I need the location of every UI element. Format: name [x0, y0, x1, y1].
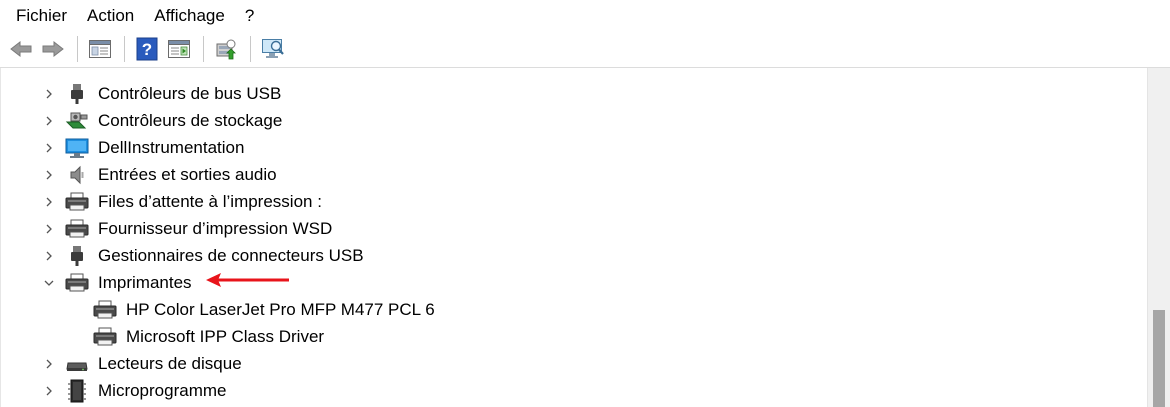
toolbar-separator — [250, 36, 251, 62]
scan-hardware-icon — [262, 39, 284, 58]
printer-icon — [65, 190, 89, 214]
tree-item-label: Gestionnaires de connecteurs USB — [98, 246, 364, 265]
tree-item-dellinstrumentation[interactable]: DellInstrumentation — [1, 134, 1147, 161]
chevron-right-icon[interactable] — [42, 168, 56, 182]
vertical-scrollbar[interactable] — [1147, 68, 1170, 407]
update-driver-icon — [216, 39, 236, 60]
forward-button[interactable] — [38, 34, 68, 64]
console-tree-button[interactable] — [85, 34, 115, 64]
forward-arrow-icon — [42, 40, 64, 58]
tree-item-label: HP Color LaserJet Pro MFP M477 PCL 6 — [126, 300, 435, 319]
tree-item-label: Microprogramme — [98, 381, 227, 400]
tree-item-printers[interactable]: Imprimantes — [1, 269, 1147, 296]
printer-icon — [65, 217, 89, 241]
tree-item-usb-controllers[interactable]: Contrôleurs de bus USB — [1, 80, 1147, 107]
tree-item-audio-io[interactable]: Entrées et sorties audio — [1, 161, 1147, 188]
chevron-right-icon[interactable] — [42, 114, 56, 128]
usb-plug-icon — [65, 82, 89, 106]
tree-item-label: Contrôleurs de stockage — [98, 111, 283, 130]
chevron-right-icon[interactable] — [42, 384, 56, 398]
tree-item-label: Microsoft IPP Class Driver — [126, 327, 325, 346]
tree-item-print-queues[interactable]: Files d’attente à l’impression : — [1, 188, 1147, 215]
tree-item-label: Imprimantes — [98, 273, 192, 292]
toolbar-separator — [203, 36, 204, 62]
tree-item-wsd-print-provider[interactable]: Fournisseur d’impression WSD — [1, 215, 1147, 242]
chevron-right-icon[interactable] — [42, 195, 56, 209]
printer-icon — [93, 298, 117, 322]
help-button[interactable]: ? — [132, 34, 162, 64]
tree-item-label: Contrôleurs de bus USB — [98, 84, 282, 103]
speaker-icon — [65, 163, 89, 187]
properties-pane-icon — [168, 40, 190, 58]
firmware-chip-icon — [65, 379, 89, 403]
tree-item-disk-drives[interactable]: Lecteurs de disque — [1, 350, 1147, 377]
scan-hardware-button[interactable] — [258, 34, 288, 64]
tree-item-label: Files d’attente à l’impression : — [98, 192, 322, 211]
tree-item-usb-connector-managers[interactable]: Gestionnaires de connecteurs USB — [1, 242, 1147, 269]
tree-item-label: DellInstrumentation — [98, 138, 245, 157]
menu-bar: Fichier Action Affichage ? — [0, 0, 1170, 31]
annotation-arrow-icon — [206, 273, 289, 287]
chevron-right-icon[interactable] — [42, 141, 56, 155]
tree-item-microsoft-ipp-class-driver[interactable]: Microsoft IPP Class Driver — [1, 323, 1147, 350]
svg-text:?: ? — [142, 40, 152, 59]
toolbar-separator — [124, 36, 125, 62]
disk-drive-icon — [65, 352, 89, 376]
tree-item-hp-color-laserjet[interactable]: HP Color LaserJet Pro MFP M477 PCL 6 — [1, 296, 1147, 323]
printer-icon — [65, 271, 89, 295]
tree-item-storage-controllers[interactable]: Contrôleurs de stockage — [1, 107, 1147, 134]
tree-item-label: Lecteurs de disque — [98, 354, 242, 373]
menu-action[interactable]: Action — [77, 0, 144, 31]
tree-item-label: Fournisseur d’impression WSD — [98, 219, 333, 238]
chevron-right-icon[interactable] — [42, 87, 56, 101]
toolbar-separator — [77, 36, 78, 62]
tree-item-label: Entrées et sorties audio — [98, 165, 277, 184]
back-button[interactable] — [6, 34, 36, 64]
chevron-right-icon[interactable] — [42, 222, 56, 236]
menu-help[interactable]: ? — [235, 0, 264, 31]
usb-plug-icon — [65, 244, 89, 268]
device-tree: Contrôleurs de bus USB Contrôleurs de st… — [0, 68, 1147, 407]
scrollbar-thumb[interactable] — [1153, 310, 1165, 407]
monitor-icon — [65, 136, 89, 160]
show-hide-console-tree-icon — [89, 40, 111, 58]
chevron-down-icon[interactable] — [42, 276, 56, 290]
back-arrow-icon — [10, 40, 32, 58]
printer-icon — [93, 325, 117, 349]
help-icon: ? — [136, 37, 158, 61]
tree-item-firmware[interactable]: Microprogramme — [1, 377, 1147, 404]
update-driver-button[interactable] — [211, 34, 241, 64]
chevron-right-icon[interactable] — [42, 357, 56, 371]
storage-controller-icon — [65, 109, 89, 133]
chevron-right-icon[interactable] — [42, 249, 56, 263]
properties-pane-button[interactable] — [164, 34, 194, 64]
menu-fichier[interactable]: Fichier — [6, 0, 77, 31]
toolbar: ? — [0, 31, 1170, 68]
menu-affichage[interactable]: Affichage — [144, 0, 235, 31]
